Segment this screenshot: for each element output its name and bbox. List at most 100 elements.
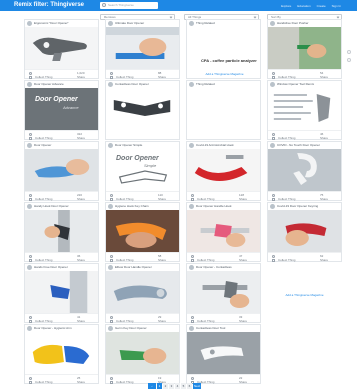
like-icon[interactable] [29, 377, 32, 380]
like-icon[interactable] [191, 194, 194, 197]
avatar[interactable] [270, 204, 275, 209]
share-icon[interactable] [347, 50, 351, 54]
share-button[interactable]: Share [77, 75, 85, 79]
card-title[interactable]: Window Opener Tool Remix [277, 81, 341, 88]
collect-thing-button[interactable]: Collect Thing [35, 380, 52, 384]
card-title[interactable]: Ultimate Door Opener [115, 20, 179, 27]
card-title[interactable]: Germ Key Door Opener [115, 325, 179, 332]
like-icon[interactable] [29, 316, 32, 319]
thing-card[interactable]: Hygiene Hook Key Chain 58 Collect Thing Sha… [105, 202, 180, 262]
avatar[interactable] [189, 143, 194, 148]
thing-thumbnail[interactable] [268, 88, 341, 130]
thing-thumbnail[interactable] [25, 271, 98, 313]
brand-logo[interactable]: Remix filter: Thingiverse [14, 1, 84, 10]
thing-card[interactable]: Window Opener Tool Remix 46 Collect Thing S… [267, 80, 342, 140]
card-title[interactable]: Door Opener - Contactless [196, 264, 260, 271]
thing-card[interactable]: Thing Related CPA - coffee particle analy… [186, 19, 261, 79]
thing-thumbnail[interactable] [268, 27, 341, 69]
card-title[interactable]: Covid-19 Antimicrobial Hook [196, 142, 260, 149]
like-icon[interactable] [29, 133, 32, 136]
thing-card[interactable]: Door Opener - Hygienic Arm 25 Collect Thin… [24, 324, 99, 384]
thing-thumbnail[interactable] [25, 332, 98, 374]
collect-thing-button[interactable]: Collect Thing [197, 197, 214, 201]
thing-card[interactable]: Elbow Door Handle Opener 29 Collect Thing S… [105, 263, 180, 323]
card-title[interactable]: Door Opener Handle Hook [196, 203, 260, 210]
share-button[interactable]: Share [158, 319, 166, 323]
thing-thumbnail[interactable]: Door Opener Simple [106, 149, 179, 191]
like-icon[interactable] [110, 194, 113, 197]
share-button[interactable]: Share [239, 258, 247, 262]
card-title[interactable]: Thing Related [196, 20, 260, 27]
avatar[interactable] [189, 82, 194, 87]
avatar[interactable] [108, 82, 113, 87]
share-button[interactable]: Share [77, 380, 85, 384]
share-button[interactable]: Share [158, 75, 166, 79]
share-button[interactable]: Share [158, 258, 166, 262]
thing-thumbnail[interactable] [25, 149, 98, 191]
avatar[interactable] [108, 21, 113, 26]
avatar[interactable] [108, 204, 113, 209]
card-title[interactable]: Door Opener [34, 142, 98, 149]
thing-card[interactable]: Covid-19 Antimicrobial Hook 128 Collect Th… [186, 141, 261, 201]
thing-thumbnail[interactable] [25, 210, 98, 252]
pagination-page[interactable]: 6 [187, 383, 192, 389]
share-button[interactable]: Share [77, 197, 85, 201]
ad-title[interactable]: CPA - coffee particle analyzer [201, 58, 257, 63]
like-icon[interactable] [110, 255, 113, 258]
share-button[interactable]: Share [239, 319, 247, 323]
avatar[interactable] [189, 21, 194, 26]
pagination-page[interactable]: 3 [169, 383, 174, 389]
like-icon[interactable] [29, 72, 32, 75]
like-icon[interactable] [272, 255, 275, 258]
collect-thing-button[interactable]: Collect Thing [116, 319, 133, 323]
collect-thing-button[interactable]: Collect Thing [35, 197, 52, 201]
search-box[interactable]: Search Thingiverse [100, 2, 158, 9]
avatar[interactable] [108, 143, 113, 148]
card-title[interactable]: Door Opener Simple [115, 142, 179, 149]
avatar[interactable] [189, 265, 194, 270]
like-icon[interactable] [272, 72, 275, 75]
collect-thing-button[interactable]: Collect Thing [278, 258, 295, 262]
thing-thumbnail[interactable] [106, 88, 179, 130]
card-title[interactable]: Covid-19 Door Opener Keyring [277, 203, 341, 210]
thing-card[interactable]: COVID - No Touch Door Opener 75 Collect Th… [267, 141, 342, 201]
collect-thing-button[interactable]: Collect Thing [197, 319, 214, 323]
pagination-next-button[interactable]: Next [193, 383, 202, 389]
thing-card[interactable]: Door Opener 220 Collect Thing Share [24, 141, 99, 201]
card-title[interactable]: Door Opener - Hygienic Arm [34, 325, 98, 332]
thing-thumbnail[interactable] [268, 210, 341, 252]
like-icon[interactable] [272, 194, 275, 197]
pagination-page[interactable]: 2 [163, 383, 168, 389]
thing-thumbnail[interactable] [187, 271, 260, 313]
share-button[interactable]: Share [239, 197, 247, 201]
avatar[interactable] [108, 265, 113, 270]
avatar[interactable] [270, 82, 275, 87]
avatar[interactable] [108, 326, 113, 331]
collect-thing-button[interactable]: Collect Thing [35, 319, 52, 323]
thing-thumbnail[interactable] [268, 149, 341, 191]
share-button[interactable]: Share [158, 197, 166, 201]
card-title[interactable]: Hands Free Door Opener [34, 264, 98, 271]
thing-card[interactable]: Door Opener Simple Door Opener Simple 110 Co… [105, 141, 180, 201]
like-icon[interactable] [110, 72, 113, 75]
ad-link[interactable]: Add a Thingiverse Magazine [193, 72, 256, 76]
thing-card[interactable]: Contactless Door Tool 22 Collect Thing Shar… [186, 324, 261, 384]
collect-thing-button[interactable]: Collect Thing [278, 197, 295, 201]
thing-thumbnail[interactable] [106, 332, 179, 374]
avatar[interactable] [189, 204, 194, 209]
thing-card[interactable]: Covid-19 Door Opener Keyring 62 Collect Th… [267, 202, 342, 262]
avatar[interactable] [270, 21, 275, 26]
thing-thumbnail[interactable] [187, 210, 260, 252]
thing-thumbnail[interactable] [106, 27, 179, 69]
collect-thing-button[interactable]: Collect Thing [116, 258, 133, 262]
info-icon[interactable] [347, 58, 351, 62]
pagination-prev-button[interactable]: ‹ [148, 383, 156, 389]
thing-card[interactable]: Hands Free Door Opener 41 Collect Thing Sha… [24, 263, 99, 323]
collect-thing-button[interactable]: Collect Thing [35, 258, 52, 262]
thing-thumbnail[interactable] [25, 27, 98, 69]
avatar[interactable] [189, 326, 194, 331]
collect-thing-button[interactable]: Collect Thing [278, 75, 295, 79]
collect-thing-button[interactable]: Collect Thing [116, 197, 133, 201]
like-icon[interactable] [191, 316, 194, 319]
avatar[interactable] [27, 204, 32, 209]
